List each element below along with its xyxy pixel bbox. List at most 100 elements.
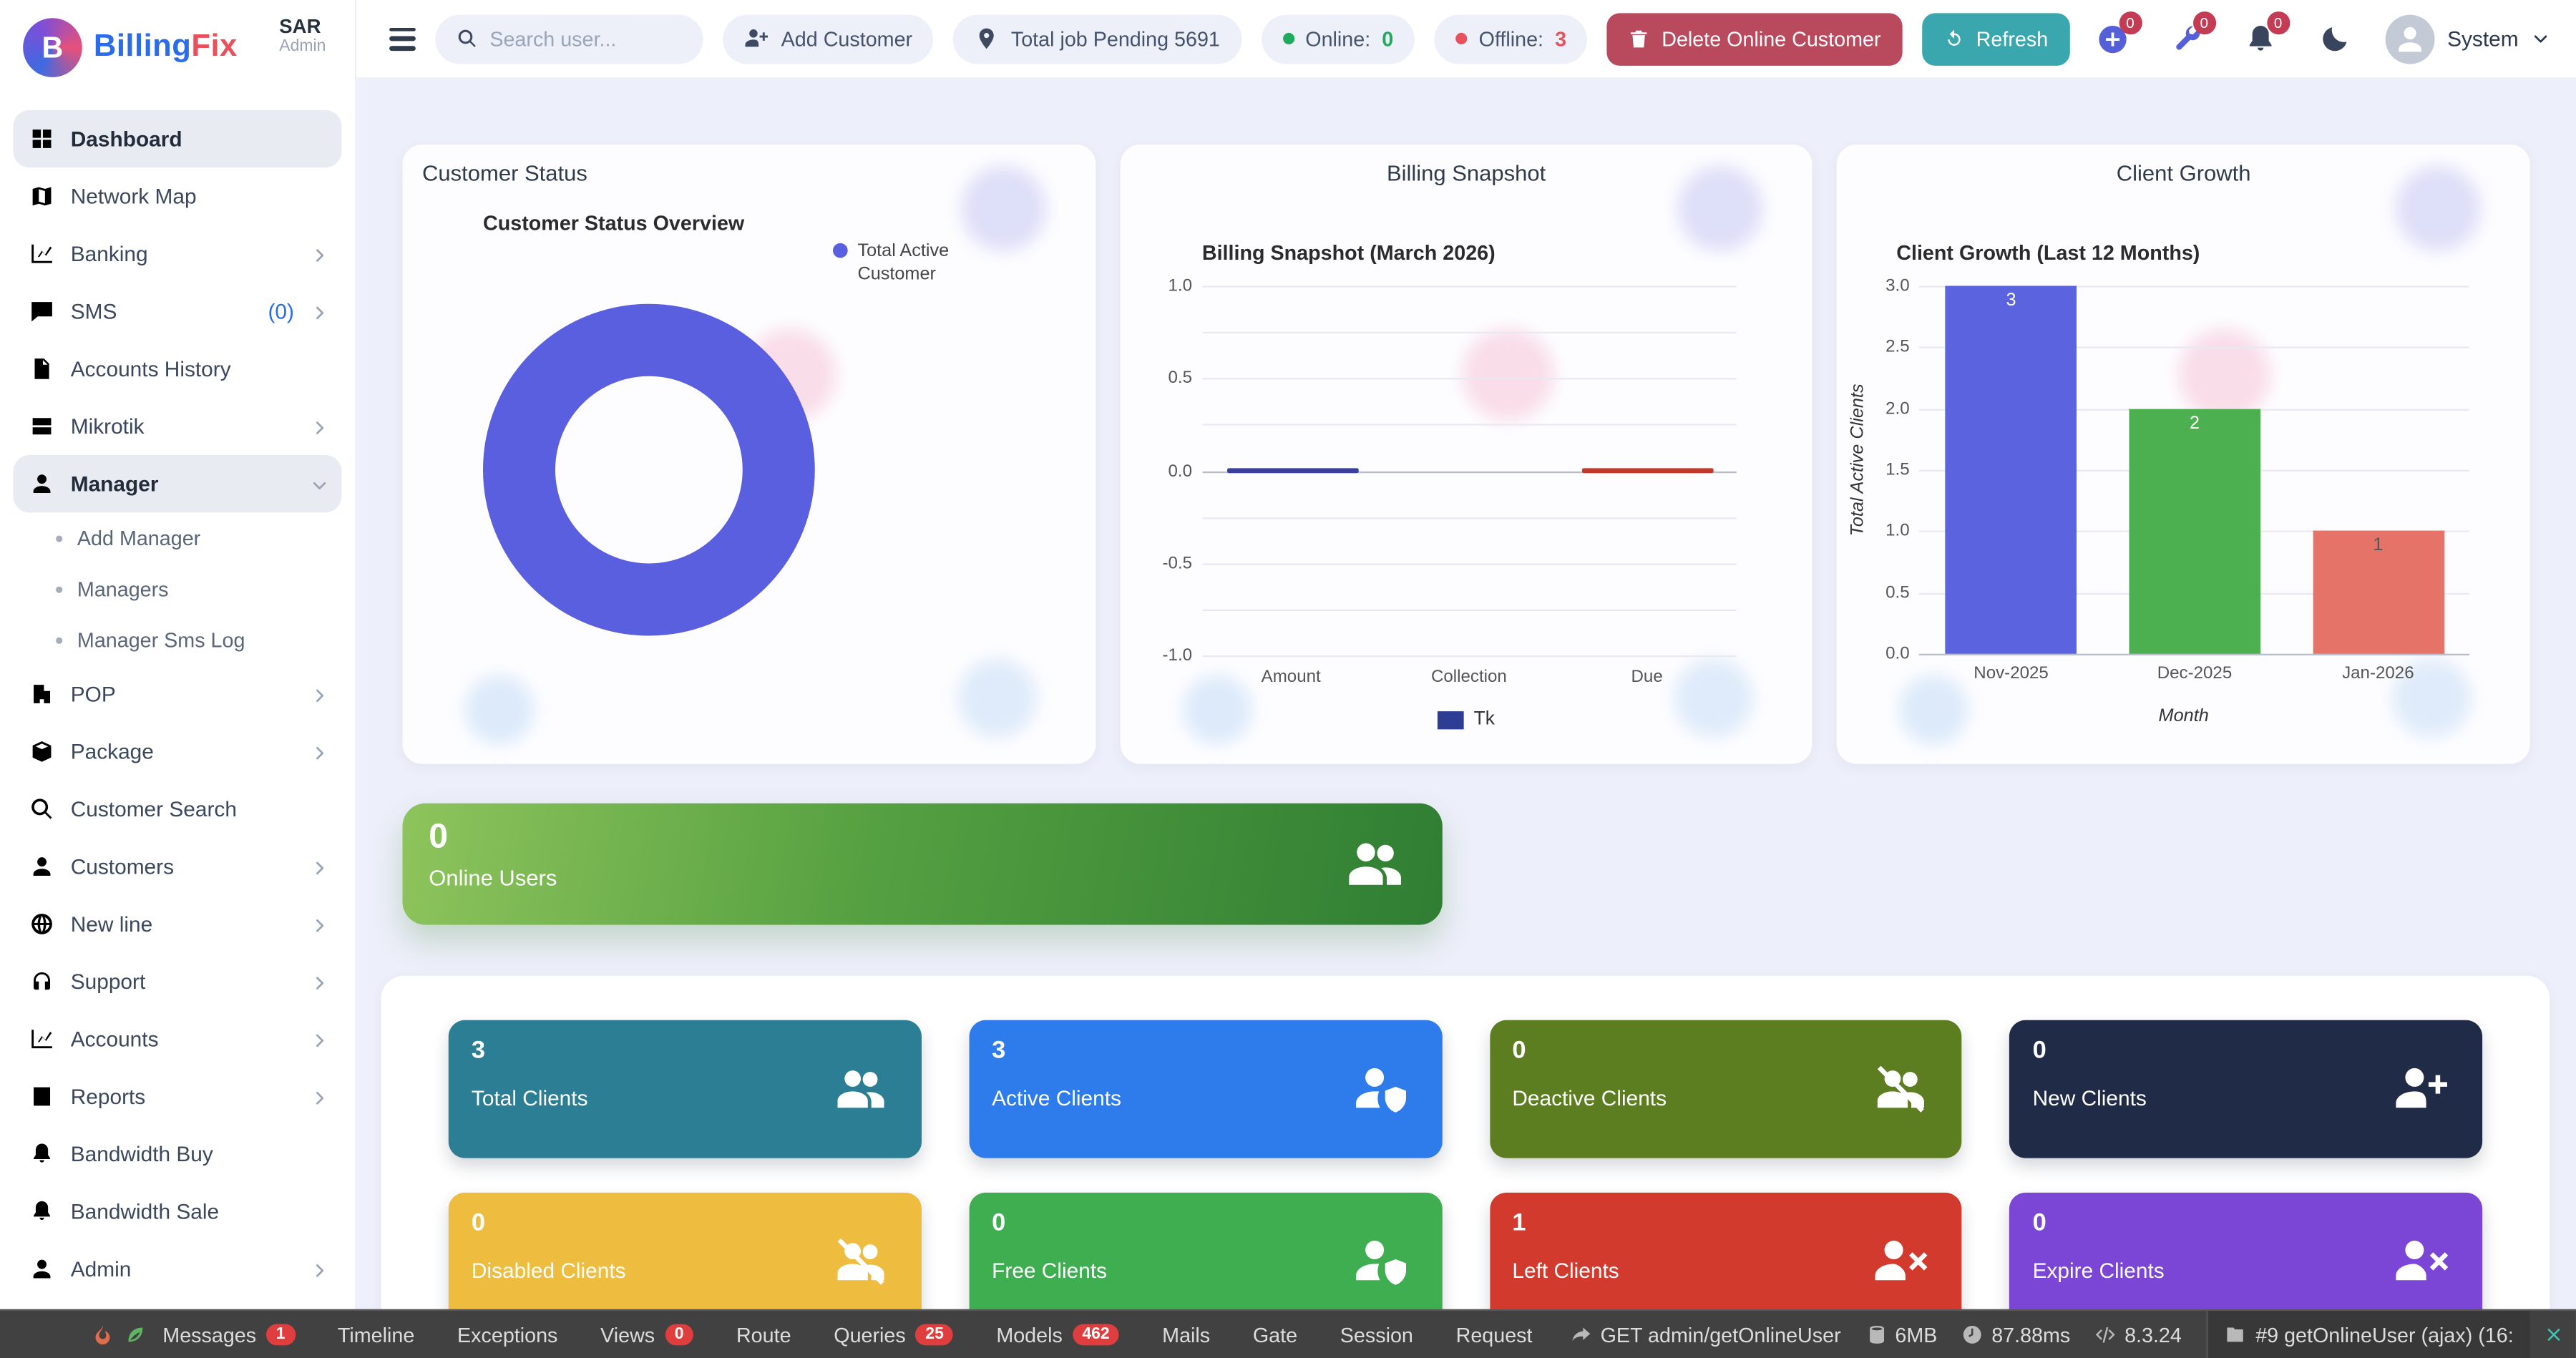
search-input[interactable] xyxy=(489,27,683,50)
sidebar-item-banking[interactable]: Banking xyxy=(13,225,341,283)
debugbar-status-icon[interactable] xyxy=(125,1324,146,1345)
sidebar-item-label: Customers xyxy=(71,854,294,879)
sidebar-item-bandwidth-buy[interactable]: Bandwidth Buy xyxy=(13,1125,341,1183)
y-tick-label: 0.5 xyxy=(1854,582,1910,602)
chevron-right-icon xyxy=(311,1088,328,1105)
debugbar-memory[interactable]: 6MB xyxy=(1865,1323,1937,1346)
offline-count[interactable]: Offline: 3 xyxy=(1435,14,1588,64)
user-x-icon xyxy=(1873,1234,1929,1289)
x-tick-label: Dec-2025 xyxy=(2103,664,2286,684)
bar[interactable] xyxy=(1226,467,1358,472)
delete-online-customer-button[interactable]: Delete Online Customer xyxy=(1607,12,1902,64)
debugbar-tab-request[interactable]: Request xyxy=(1456,1323,1533,1346)
sidebar-item-customer-search[interactable]: Customer Search xyxy=(13,781,341,838)
debugbar-time[interactable]: 87.88ms xyxy=(1962,1323,2070,1346)
debugbar-tab-views[interactable]: Views0 xyxy=(600,1323,693,1346)
sidebar-profile: SAR Admin xyxy=(279,15,341,56)
sidebar-item-accounts[interactable]: Accounts xyxy=(13,1010,341,1068)
bar-value-label: 1 xyxy=(2373,536,2383,556)
y-tick-label: 0.0 xyxy=(1136,461,1192,481)
sidebar-item-support[interactable]: Support xyxy=(13,953,341,1010)
sidebar-subitem-manager-sms-log[interactable]: Manager Sms Log xyxy=(13,615,341,665)
stat-card-total-clients[interactable]: 3Total Clients xyxy=(449,1020,922,1158)
debugbar-tab-exceptions[interactable]: Exceptions xyxy=(457,1323,557,1346)
stat-value: 0 xyxy=(2033,1037,2459,1065)
sidebar-item-sms[interactable]: SMS(0) xyxy=(13,283,341,340)
sidebar-subitem-managers[interactable]: Managers xyxy=(13,563,341,614)
sidebar-item-dashboard[interactable]: Dashboard xyxy=(13,110,341,167)
stat-card-active-clients[interactable]: 3Active Clients xyxy=(969,1020,1442,1158)
debugbar-ajax-label: #9 getOnlineUser (ajax) (16: xyxy=(2255,1323,2514,1346)
brand-logo-icon[interactable]: B xyxy=(23,18,82,77)
gridline xyxy=(1202,332,1736,333)
add-customer-button[interactable]: Add Customer xyxy=(723,14,934,64)
bar[interactable]: 3 xyxy=(1946,285,2077,653)
card-title: Client Growth xyxy=(1857,161,2510,185)
stat-card-disabled-clients[interactable]: 0Disabled Clients xyxy=(449,1193,922,1309)
bar[interactable]: 2 xyxy=(2129,409,2260,654)
debugbar-tab-gate[interactable]: Gate xyxy=(1253,1323,1297,1346)
debugbar-request[interactable]: GET admin/getOnlineUser xyxy=(1571,1323,1840,1346)
bullet-icon xyxy=(56,637,62,643)
decorative-blob xyxy=(465,675,534,744)
hamburger-menu-icon[interactable] xyxy=(389,27,416,50)
bar[interactable] xyxy=(1583,467,1714,472)
debugbar-tab-label: Session xyxy=(1340,1323,1413,1346)
x-tick-label: Due xyxy=(1558,667,1736,687)
debugbar-ajax-request[interactable]: #9 getOnlineUser (ajax) (16: xyxy=(2206,1311,2529,1358)
debugbar-tab-messages[interactable]: Messages1 xyxy=(162,1323,295,1346)
refresh-button[interactable]: Refresh xyxy=(1922,12,2069,64)
bullet-icon xyxy=(56,585,62,592)
stat-card-deactive-clients[interactable]: 0Deactive Clients xyxy=(1489,1020,1962,1158)
sidebar-item-mikrotik[interactable]: Mikrotik xyxy=(13,398,341,455)
debugbar-tabs: Messages1 Timeline Exceptions Views0 Route Qu… xyxy=(162,1323,1532,1346)
notifications-button[interactable]: 0 xyxy=(2237,16,2283,62)
user-menu[interactable]: System xyxy=(2385,14,2550,64)
debugbar-tab-timeline[interactable]: Timeline xyxy=(338,1323,414,1346)
sidebar-item-customers[interactable]: Customers xyxy=(13,838,341,895)
debugbar-php-version[interactable]: 8.3.24 xyxy=(2095,1323,2182,1346)
sidebar-item-bandwidth-sale[interactable]: Bandwidth Sale xyxy=(13,1183,341,1240)
gridline xyxy=(1202,517,1736,518)
search-icon xyxy=(457,26,478,51)
online-value: 0 xyxy=(1382,27,1393,50)
stat-value: 0 xyxy=(1512,1037,1938,1065)
stat-card-new-clients[interactable]: 0New Clients xyxy=(2009,1020,2482,1158)
sidebar-item-pop[interactable]: POP xyxy=(13,665,341,723)
sidebar-item-accounts-history[interactable]: Accounts History xyxy=(13,340,341,397)
share-icon xyxy=(1571,1324,1592,1345)
bar[interactable]: 1 xyxy=(2313,531,2444,653)
sidebar-item-new-line[interactable]: New line xyxy=(13,895,341,952)
sidebar-item-manager[interactable]: Manager xyxy=(13,455,341,512)
sidebar-item-reports[interactable]: Reports xyxy=(13,1068,341,1125)
debugbar-tab-models[interactable]: Models462 xyxy=(996,1323,1119,1346)
debugbar-tab-route[interactable]: Route xyxy=(736,1323,791,1346)
top-bar: Add Customer Total job Pending 5691 Onli… xyxy=(356,0,2576,79)
sidebar-item-package[interactable]: Package xyxy=(13,723,341,780)
tools-button[interactable]: 0 xyxy=(2163,16,2209,62)
chart-title: Customer Status Overview xyxy=(483,212,744,235)
debugbar-logo-icon[interactable] xyxy=(92,1324,114,1345)
donut-chart[interactable] xyxy=(483,304,815,636)
debugbar-close-button[interactable] xyxy=(2530,1311,2576,1358)
stat-card-expire-clients[interactable]: 0Expire Clients xyxy=(2009,1193,2482,1309)
code-icon xyxy=(2095,1324,2117,1345)
stat-value: 0 xyxy=(472,1209,898,1237)
dark-mode-toggle[interactable] xyxy=(2311,16,2357,62)
sidebar-item-network-map[interactable]: Network Map xyxy=(13,167,341,225)
debugbar-tab-queries[interactable]: Queries25 xyxy=(834,1323,953,1346)
stat-card-left-clients[interactable]: 1Left Clients xyxy=(1489,1193,1962,1309)
total-job-pending[interactable]: Total job Pending 5691 xyxy=(954,14,1241,64)
users-icon xyxy=(832,1061,888,1117)
online-users-card[interactable]: 0 Online Users xyxy=(402,803,1442,925)
sidebar-subitem-add-manager[interactable]: Add Manager xyxy=(13,512,341,563)
growth-bars: 32 1 xyxy=(1919,285,2469,653)
debugbar-tab-session[interactable]: Session xyxy=(1340,1323,1413,1346)
stat-card-free-clients[interactable]: 0Free Clients xyxy=(969,1193,1442,1309)
add-quick-button[interactable]: 0 xyxy=(2089,16,2135,62)
database-icon xyxy=(1865,1324,1887,1345)
sidebar-item-label: Customer Search xyxy=(71,797,328,821)
sidebar-item-admin[interactable]: Admin xyxy=(13,1240,341,1297)
online-count[interactable]: Online: 0 xyxy=(1261,14,1415,64)
debugbar-tab-mails[interactable]: Mails xyxy=(1162,1323,1210,1346)
